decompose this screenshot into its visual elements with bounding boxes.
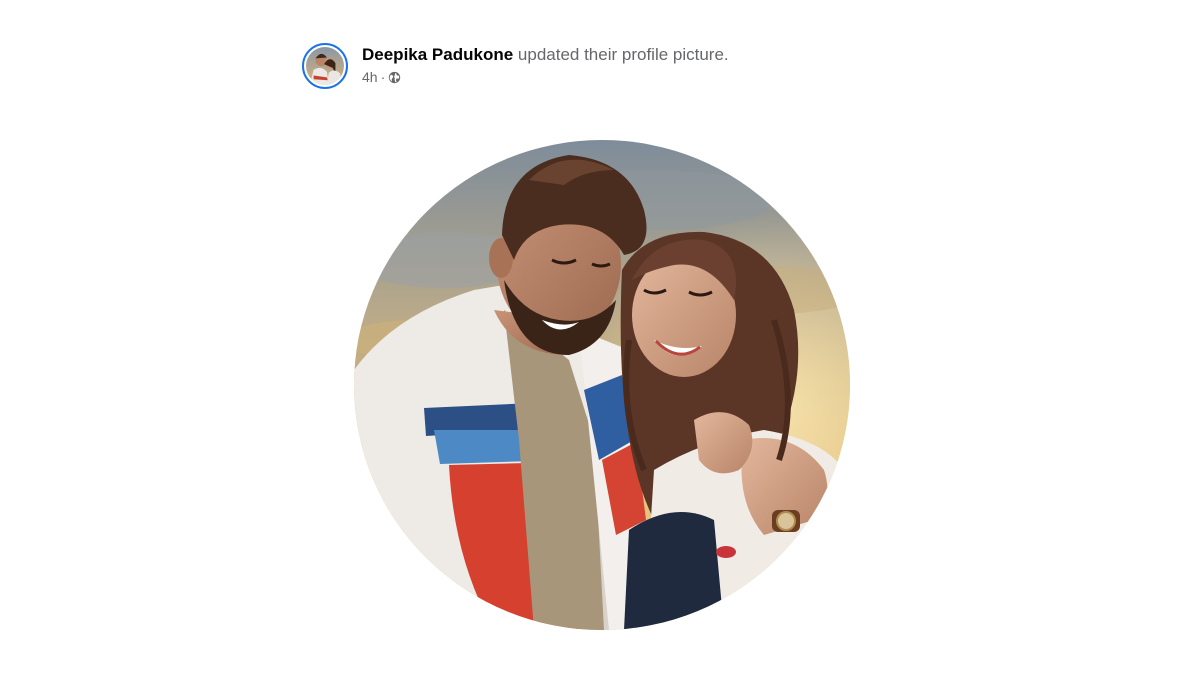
two-people-laughing-photo — [354, 140, 850, 630]
post-timestamp[interactable]: 4h — [362, 67, 378, 87]
post-meta: 4h · — [362, 67, 729, 87]
avatar[interactable] — [302, 43, 348, 89]
globe-icon[interactable] — [388, 71, 401, 84]
post-action-text: updated their profile picture. — [517, 45, 729, 64]
author-name-link[interactable]: Deepika Padukone — [362, 45, 513, 64]
profile-picture[interactable] — [354, 140, 850, 630]
post-header-text: Deepika Padukone updated their profile p… — [362, 45, 729, 87]
avatar-image — [306, 47, 344, 85]
meta-separator: · — [380, 69, 386, 85]
post-title-line: Deepika Padukone updated their profile p… — [362, 45, 729, 65]
post-header: Deepika Padukone updated their profile p… — [302, 43, 729, 89]
